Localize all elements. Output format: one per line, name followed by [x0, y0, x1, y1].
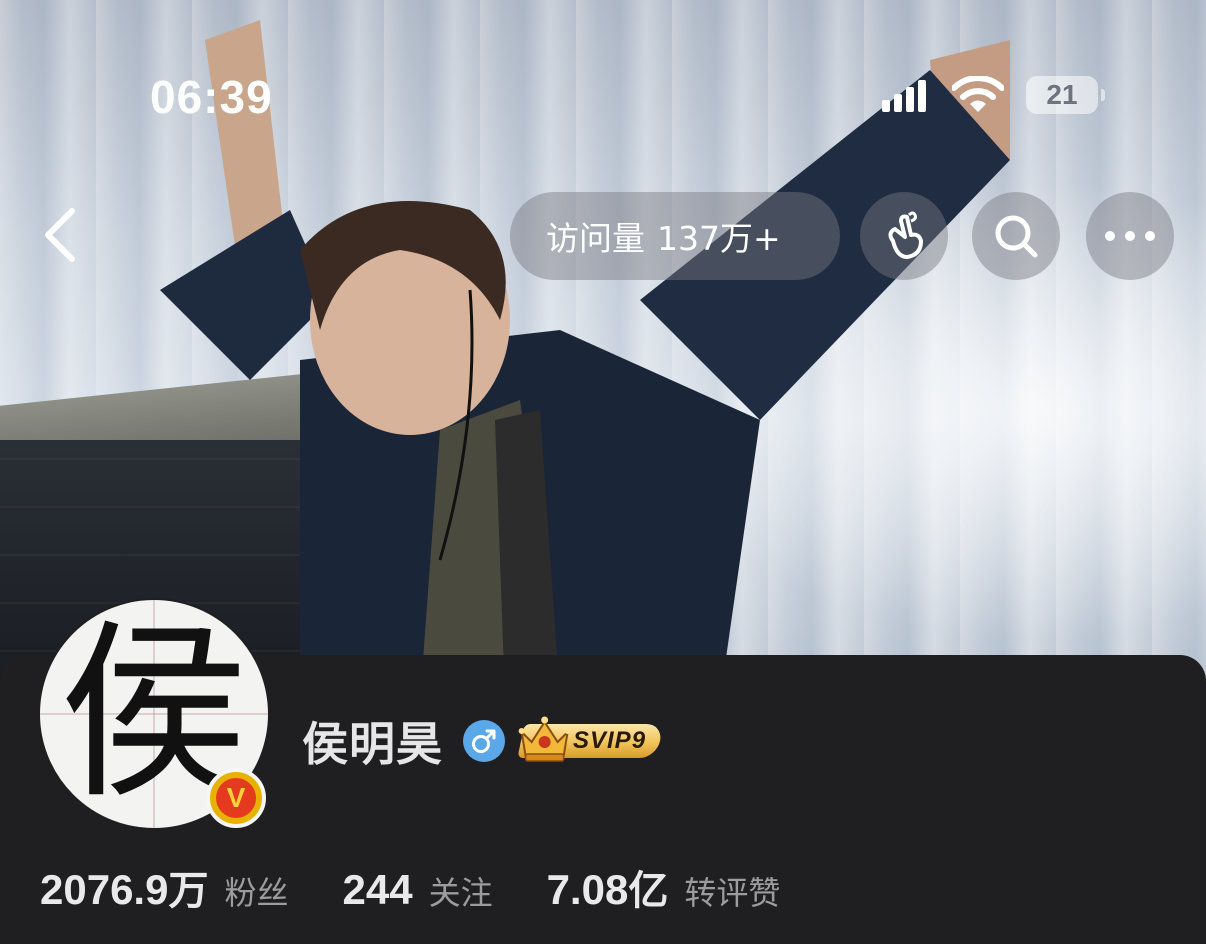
back-chevron-icon: [45, 208, 75, 262]
name-row: 侯明昊 SVIP9: [302, 706, 664, 776]
visits-counter[interactable]: 访问量 137万+: [510, 192, 840, 280]
following-label: 关注: [428, 874, 493, 912]
profile-screen: 06:39 21 访问量 137万+ 侯 V 侯明昊 SVIP9 2076.9 …: [0, 0, 1206, 944]
male-icon: [463, 720, 505, 762]
interactions-unit: 亿: [628, 868, 669, 914]
search-button[interactable]: [972, 192, 1060, 280]
username: 侯明昊: [302, 717, 443, 771]
status-icons: 21: [882, 76, 1105, 114]
finger-heart-icon: [888, 211, 923, 259]
interactions-count: 7.08: [546, 866, 629, 913]
stats-row: 2076.9 万 粉丝 244 关注 7.08 亿 转评赞: [40, 858, 834, 916]
battery-indicator: 21: [1026, 76, 1105, 114]
back-button[interactable]: [30, 200, 90, 270]
followers-unit: 万: [168, 868, 209, 914]
visits-label: 访问量: [546, 219, 645, 258]
stat-interactions[interactable]: 7.08 亿 转评赞: [547, 858, 781, 916]
wifi-icon: [952, 76, 1004, 112]
followers-count: 2076.9: [40, 866, 169, 913]
signal-icon: [882, 80, 926, 112]
verified-badge[interactable]: V: [206, 768, 266, 828]
svip-badge[interactable]: SVIP9: [517, 716, 664, 762]
more-icon: [1105, 231, 1155, 241]
crown-icon: [518, 716, 571, 762]
more-button[interactable]: [1086, 192, 1174, 280]
following-count: 244: [342, 866, 413, 913]
status-time: 06:39: [150, 71, 273, 123]
search-icon: [995, 215, 1038, 258]
svip-label: SVIP9: [573, 727, 647, 754]
finger-heart-button[interactable]: [860, 192, 948, 280]
verified-mark: V: [216, 778, 256, 818]
interactions-label: 转评赞: [684, 874, 781, 912]
stat-followers[interactable]: 2076.9 万 粉丝: [40, 858, 288, 916]
followers-label: 粉丝: [224, 874, 289, 912]
visits-value: 137万+: [657, 219, 781, 258]
stat-following[interactable]: 244 关注: [342, 866, 492, 914]
